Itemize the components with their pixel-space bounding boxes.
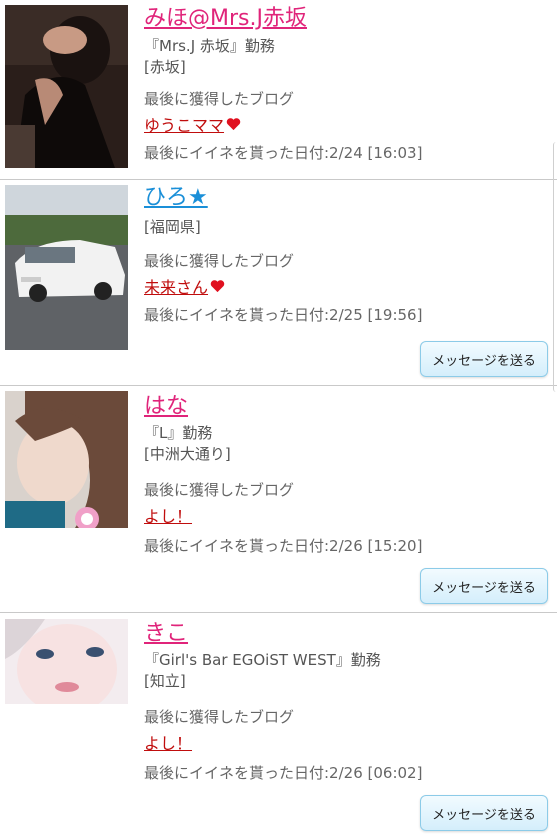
user-photo[interactable] <box>5 185 128 350</box>
blog-link[interactable]: ゆうこママ <box>144 112 241 136</box>
user-name[interactable]: みほ@Mrs.J赤坂 <box>144 6 307 32</box>
blog-link[interactable]: よし！ <box>144 503 192 527</box>
send-message-button[interactable]: メッセージを送る <box>420 568 548 604</box>
user-card: はな 『L』勤務 [中洲大通り] 最後に獲得したブログ よし！ 最後にイイネを貰… <box>0 386 557 613</box>
send-message-button[interactable]: メッセージを送る <box>420 341 548 377</box>
blog-label: 最後に獲得したブログ <box>144 90 295 108</box>
user-photo[interactable] <box>5 391 128 528</box>
workplace-text: 『Mrs.J 赤坂』勤務 <box>144 37 275 55</box>
workplace-text: 『L』勤務 <box>144 424 213 442</box>
user-photo[interactable] <box>5 619 128 704</box>
area-text: [知立] <box>144 672 186 690</box>
last-like-date: 最後にイイネを貰った日付:2/26 [06:02] <box>144 764 423 782</box>
blog-link[interactable]: よし！ <box>144 730 192 754</box>
blog-title: よし！ <box>144 507 193 526</box>
scrollbar[interactable] <box>553 142 557 392</box>
user-card: ひろ★ [福岡県] 最後に獲得したブログ 未来さん 最後にイイネを貰った日付:2… <box>0 180 557 386</box>
last-like-date: 最後にイイネを貰った日付:2/24 [16:03] <box>144 144 423 162</box>
area-text: [赤坂] <box>144 58 186 76</box>
last-like-date: 最後にイイネを貰った日付:2/26 [15:20] <box>144 537 423 555</box>
user-name[interactable]: ひろ★ <box>144 185 208 211</box>
heart-icon <box>226 118 241 131</box>
user-card: みほ@Mrs.J赤坂 『Mrs.J 赤坂』勤務 [赤坂] 最後に獲得したブログ … <box>0 0 557 180</box>
blog-title: ゆうこママ <box>144 116 225 135</box>
heart-icon <box>210 280 225 293</box>
user-card: きこ 『Girl's Bar EGOiST WEST』勤務 [知立] 最後に獲得… <box>0 613 557 840</box>
blog-label: 最後に獲得したブログ <box>144 252 295 270</box>
blog-title: よし！ <box>144 734 193 753</box>
user-name[interactable]: はな <box>144 394 188 420</box>
user-name[interactable]: きこ <box>144 621 188 647</box>
blog-title: 未来さん <box>144 278 209 297</box>
blog-label: 最後に獲得したブログ <box>144 481 295 499</box>
area-text: [福岡県] <box>144 218 201 236</box>
blog-label: 最後に獲得したブログ <box>144 708 295 726</box>
workplace-text: 『Girl's Bar EGOiST WEST』勤務 <box>144 651 381 669</box>
last-like-date: 最後にイイネを貰った日付:2/25 [19:56] <box>144 306 423 324</box>
area-text: [中洲大通り] <box>144 445 231 463</box>
user-photo[interactable] <box>5 5 128 168</box>
send-message-button[interactable]: メッセージを送る <box>420 795 548 831</box>
blog-link[interactable]: 未来さん <box>144 274 225 298</box>
